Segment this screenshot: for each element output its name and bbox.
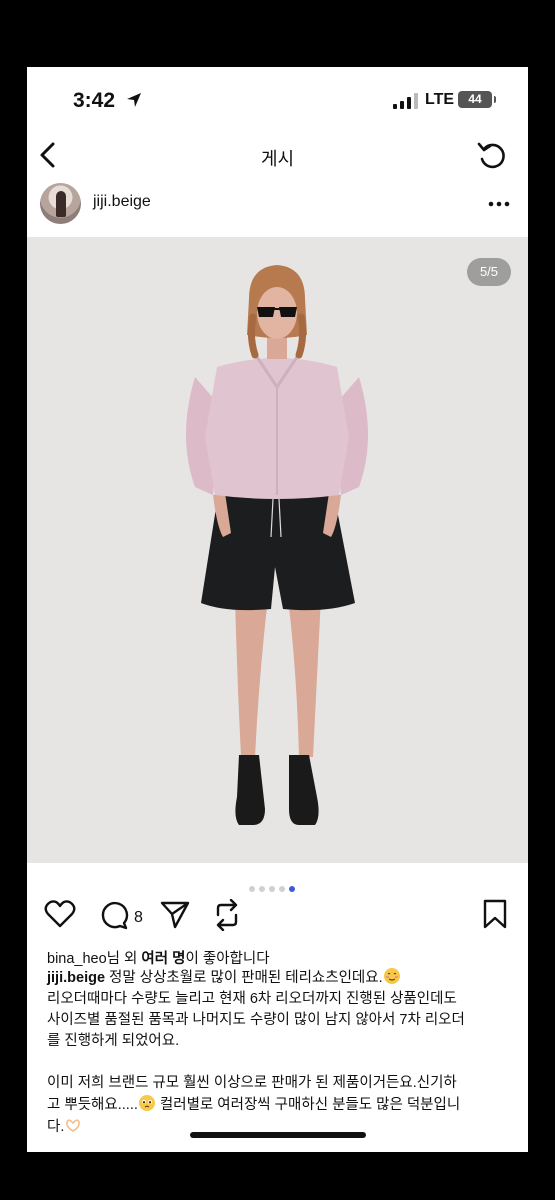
home-indicator bbox=[190, 1132, 366, 1138]
pleading-face-emoji-icon bbox=[138, 1095, 155, 1111]
page-title: 게시 bbox=[260, 149, 295, 169]
carousel-indicator bbox=[249, 879, 299, 897]
battery-tip bbox=[494, 96, 496, 103]
liker-username[interactable]: bina_heo bbox=[47, 951, 107, 967]
likes-mid-text: 님 외 bbox=[106, 951, 142, 967]
avatar[interactable] bbox=[40, 183, 81, 224]
caption-line: 고 뿌듯해요..... bbox=[47, 1097, 138, 1113]
comment-icon[interactable] bbox=[97, 899, 129, 931]
heart-hands-emoji-icon bbox=[66, 1119, 81, 1132]
phone-screen: 3:42 LTE 44 게시 jiji.beige 5/5 8 bina_heo… bbox=[27, 67, 528, 1152]
caption-line: 사이즈별 품절된 품목과 나머지도 수량이 많이 남지 않아서 7차 리오더 bbox=[47, 1012, 465, 1028]
post-caption: jiji.beige 정말 상상초월로 많이 판매된 테리쇼츠인데요. 리오더때… bbox=[47, 967, 517, 1138]
caption-line: 컬러별로 여러장씩 구매하신 분들도 많은 덕분입니 bbox=[155, 1097, 461, 1113]
caption-line: 다. bbox=[47, 1119, 65, 1135]
caption-username[interactable]: jiji.beige bbox=[47, 970, 105, 986]
photo-counter-badge: 5/5 bbox=[467, 258, 511, 286]
caption-line: 리오더때마다 수량도 늘리고 현재 6차 리오더까지 진행된 상품인데도 bbox=[47, 991, 457, 1007]
likes-suffix: 이 좋아합니다 bbox=[185, 951, 270, 967]
caption-line: 를 진행하게 되었어요. bbox=[47, 1033, 180, 1049]
network-type: LTE bbox=[425, 91, 455, 108]
post-username[interactable]: jiji.beige bbox=[93, 193, 151, 211]
status-bar: 3:42 LTE 44 bbox=[27, 67, 528, 129]
bookmark-icon[interactable] bbox=[482, 899, 508, 929]
likes-many: 여러 명 bbox=[141, 951, 186, 967]
send-icon[interactable] bbox=[159, 899, 191, 929]
likes-summary[interactable]: bina_heo님 외 여러 명이 좋아합니다 bbox=[47, 947, 270, 968]
post-header: jiji.beige bbox=[27, 179, 528, 235]
signal-bars-icon bbox=[393, 93, 418, 109]
post-actions: 8 bbox=[27, 899, 528, 939]
carousel-dot bbox=[279, 886, 285, 892]
caption-line: 이미 저희 브랜드 규모 훨씬 이상으로 판매가 된 제품이거든요.신기하 bbox=[47, 1075, 457, 1091]
refresh-icon[interactable] bbox=[475, 139, 509, 173]
location-arrow-icon bbox=[127, 93, 141, 107]
caption-spacer bbox=[47, 1052, 517, 1073]
repost-icon[interactable] bbox=[212, 899, 242, 931]
post-photo[interactable]: 5/5 bbox=[27, 237, 528, 863]
carousel-dot bbox=[249, 886, 255, 892]
battery-icon: 44 bbox=[458, 91, 492, 108]
heart-icon[interactable] bbox=[44, 899, 76, 929]
relieved-face-emoji-icon bbox=[383, 968, 400, 984]
caption-line: 정말 상상초월로 많이 판매된 테리쇼츠인데요. bbox=[105, 970, 383, 986]
model-photo-illustration bbox=[186, 265, 368, 825]
status-time: 3:42 bbox=[73, 89, 116, 112]
comment-count: 8 bbox=[134, 909, 143, 926]
nav-bar: 게시 bbox=[27, 133, 528, 179]
carousel-dot-active bbox=[289, 886, 295, 892]
carousel-dot bbox=[269, 886, 275, 892]
carousel-dot bbox=[259, 886, 265, 892]
more-horizontal-icon[interactable] bbox=[488, 201, 510, 207]
